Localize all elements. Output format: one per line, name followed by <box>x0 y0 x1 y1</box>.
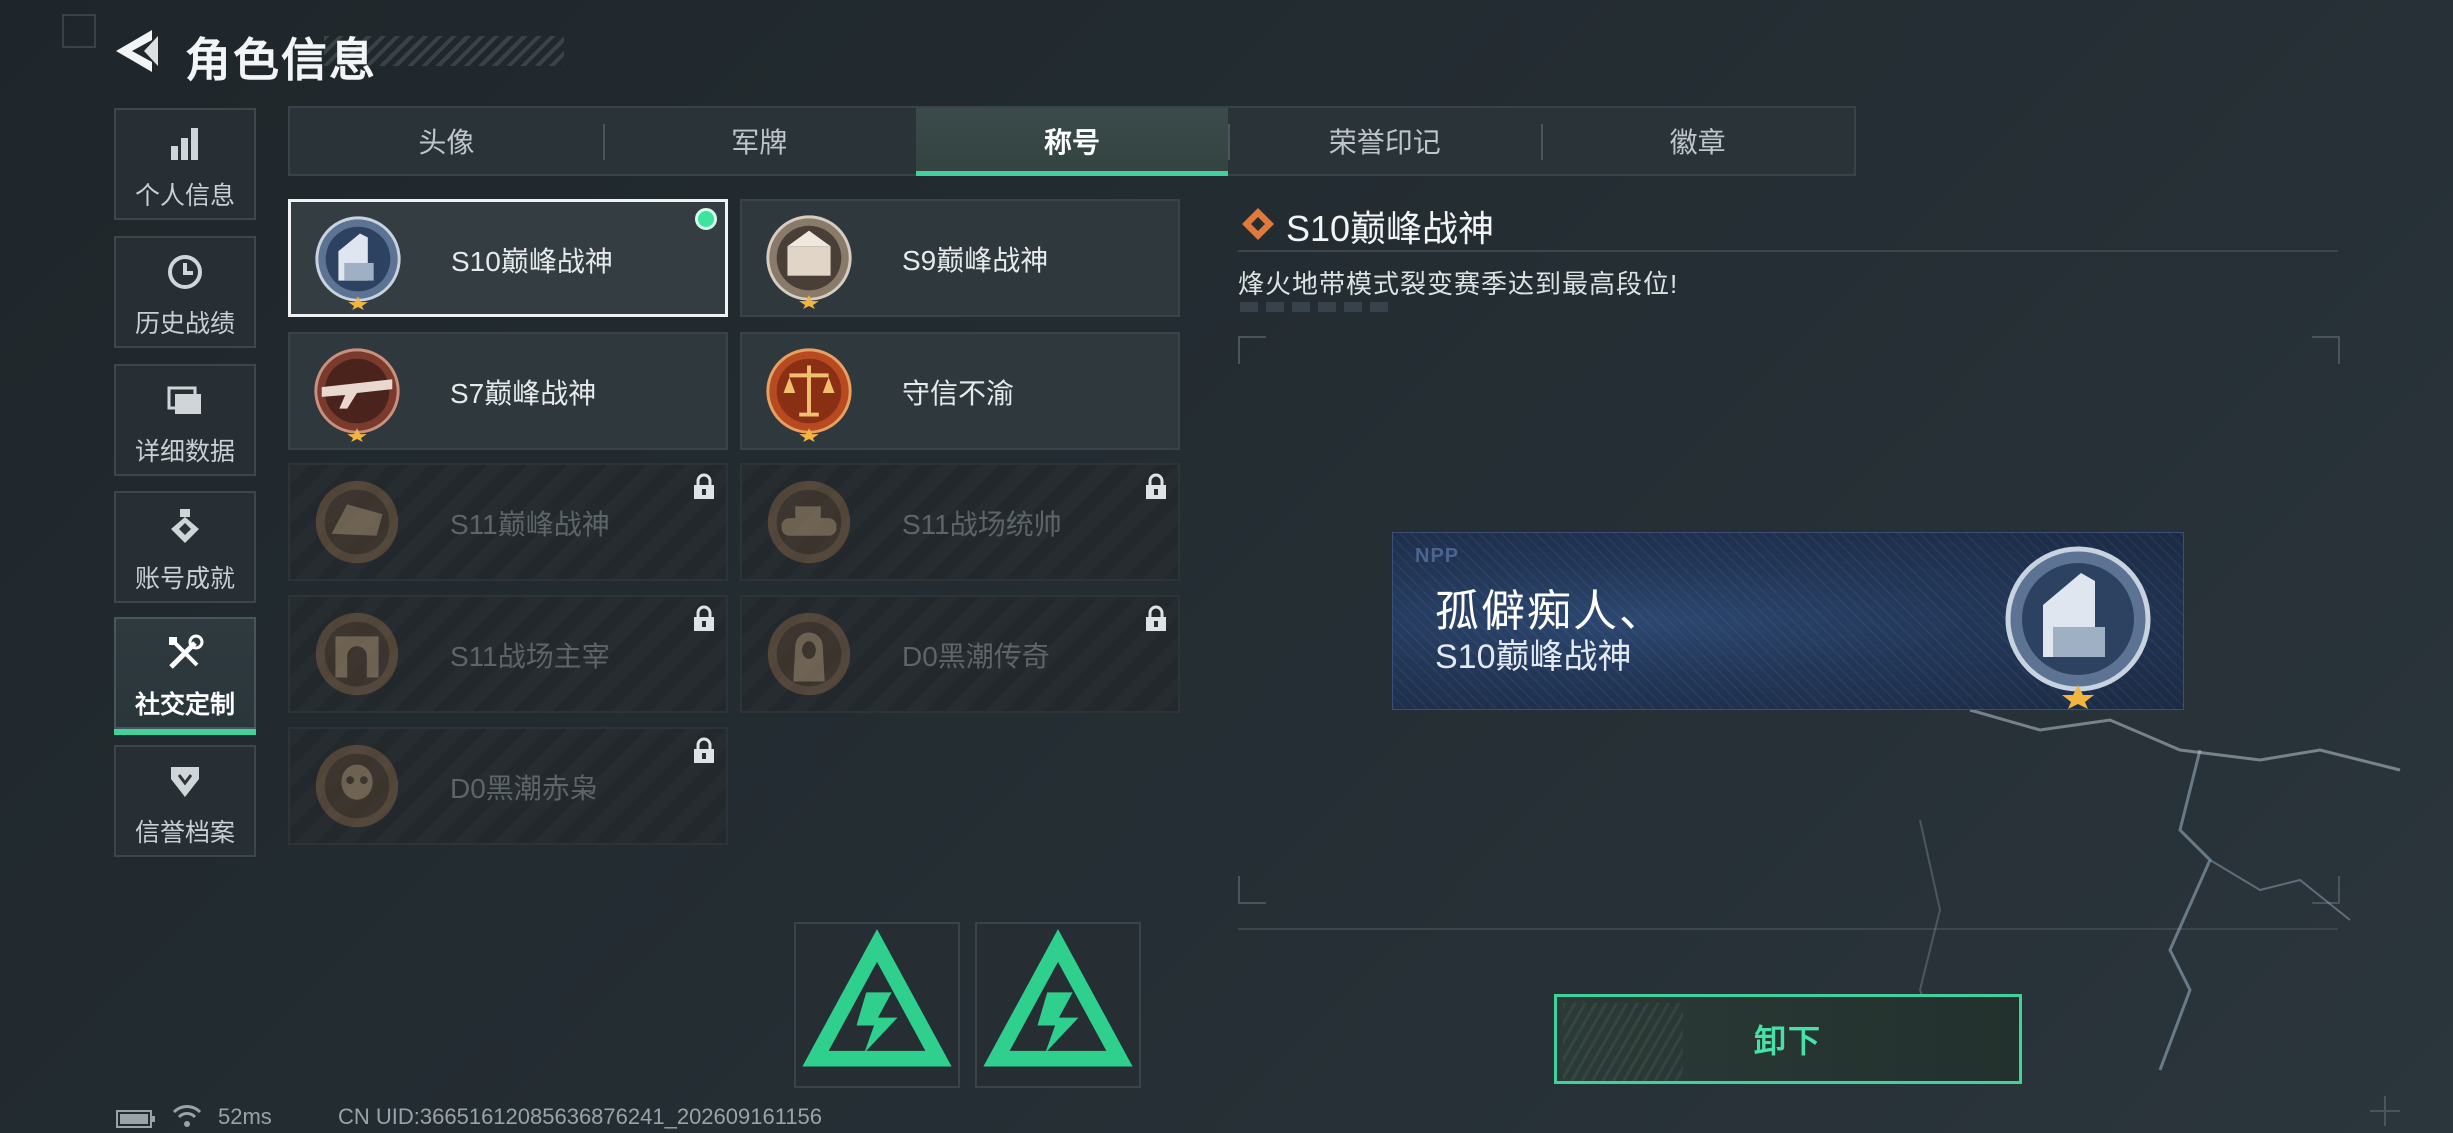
title-card-locked[interactable]: S11巅峰战神 <box>288 463 728 581</box>
preview-frame-corner <box>2312 336 2340 364</box>
lock-icon <box>1146 473 1166 499</box>
bar-chart-icon <box>171 128 198 160</box>
unequip-button[interactable]: 卸下 <box>1554 994 2022 1084</box>
sidebar-item-label: 社交定制 <box>134 691 235 719</box>
tank-badge-icon <box>767 480 851 564</box>
sidebar-item-label: 详细数据 <box>134 438 235 466</box>
equipped-indicator <box>695 208 717 230</box>
title-card-locked[interactable]: D0黑潮传奇 <box>740 595 1180 713</box>
preview-frame-corner <box>1238 336 1266 364</box>
title-name: 守信不渝 <box>902 378 1015 409</box>
preview-frame-corner <box>1238 876 1266 904</box>
divider <box>1238 250 2338 252</box>
detail-description: 烽火地带模式裂变赛季达到最高段位! <box>1238 269 1679 299</box>
green-triangle-emblem-icon <box>983 929 1133 1067</box>
sidebar-item-credit-record[interactable]: 信誉档案 <box>114 745 256 857</box>
title-card[interactable]: S7巅峰战神 <box>288 332 728 450</box>
sidebar-item-achievements[interactable]: 账号成就 <box>114 491 256 603</box>
button-texture <box>1563 1003 1683 1081</box>
tab-badge[interactable]: 徽章 <box>1541 108 1854 174</box>
title-name: S11巅峰战神 <box>450 509 610 540</box>
lock-icon <box>694 605 714 631</box>
tab-dog-tag[interactable]: 军牌 <box>602 108 916 174</box>
green-triangle-emblem-icon <box>802 929 952 1067</box>
lock-icon <box>694 737 714 763</box>
ping-value: 52ms <box>218 1104 272 1129</box>
lock-icon <box>694 473 714 499</box>
title-card-locked[interactable]: S11战场统帅 <box>740 463 1180 581</box>
window-corner-frame <box>62 14 96 48</box>
title-name: S7巅峰战神 <box>450 378 597 409</box>
sidebar-item-social-custom[interactable]: 社交定制 <box>114 617 256 735</box>
title-name: S11战场统帅 <box>902 509 1062 540</box>
sidebar-item-detailed-data[interactable]: 详细数据 <box>114 364 256 476</box>
s9-peak-badge-icon <box>766 215 852 309</box>
title-decoration <box>324 36 564 66</box>
tab-title[interactable]: 称号 <box>915 108 1229 176</box>
emblem-slot[interactable] <box>794 922 960 1088</box>
lock-icon <box>1146 605 1166 631</box>
title-name: D0黑潮赤枭 <box>450 773 598 804</box>
tools-icon <box>169 634 204 669</box>
title-card-locked[interactable]: D0黑潮赤枭 <box>288 727 728 845</box>
sidebar-item-label: 信誉档案 <box>134 819 235 847</box>
unequip-button-label: 卸下 <box>1753 1023 1822 1059</box>
nameplate-logo: NPP <box>1415 545 1460 567</box>
s11-peak-badge-icon <box>315 480 399 564</box>
user-uid: CN UID:366516120856368762​41_20260916115… <box>338 1104 823 1129</box>
credit-shield-icon <box>171 767 199 797</box>
s10-peak-badge-icon <box>315 216 401 310</box>
title-card[interactable]: S10巅峰战神 <box>288 199 728 317</box>
sidebar-item-label: 历史战绩 <box>134 310 235 338</box>
arch-badge-icon <box>315 612 399 696</box>
nameplate-preview: NPP 孤僻痴人、 S10巅峰战神 <box>1392 532 2184 710</box>
history-clock-icon <box>168 255 202 289</box>
emblem-slot[interactable] <box>975 922 1141 1088</box>
battery-icon <box>116 1110 155 1128</box>
s7-peak-badge-icon <box>314 348 400 442</box>
sidebar-item-label: 个人信息 <box>134 182 235 210</box>
decoration <box>1240 302 1396 312</box>
skull-badge-icon <box>315 744 399 828</box>
back-button[interactable] <box>112 28 162 74</box>
sidebar-item-label: 账号成就 <box>134 565 235 593</box>
hooded-figure-badge-icon <box>767 612 851 696</box>
wifi-icon <box>172 1105 202 1127</box>
title-card-locked[interactable]: S11战场主宰 <box>288 595 728 713</box>
title-card[interactable]: S9巅峰战神 <box>740 199 1180 317</box>
scales-badge-icon <box>766 348 852 442</box>
title-name: S9巅峰战神 <box>902 245 1049 276</box>
achievement-medal-icon <box>171 509 199 543</box>
title-card[interactable]: 守信不渝 <box>740 332 1180 450</box>
title-name: S10巅峰战神 <box>451 246 613 277</box>
tab-honor-mark[interactable]: 荣誉印记 <box>1228 108 1541 174</box>
title-diamond-icon <box>1242 208 1274 240</box>
s10-peak-badge-icon <box>2005 546 2151 709</box>
tab-avatar[interactable]: 头像 <box>290 108 603 174</box>
category-tabs: 头像 军牌 称号 荣誉印记 徽章 <box>288 106 1856 176</box>
nameplate-title: S10巅峰战神 <box>1435 638 1632 676</box>
title-name: S11战场主宰 <box>450 641 610 672</box>
detail-title: S10巅峰战神 <box>1286 208 1495 249</box>
sidebar-item-personal-info[interactable]: 个人信息 <box>114 108 256 220</box>
title-name: D0黑潮传奇 <box>902 641 1050 672</box>
folder-icon <box>167 386 201 414</box>
active-indicator <box>114 729 256 735</box>
corner-decoration <box>2370 1096 2400 1126</box>
sidebar-item-history[interactable]: 历史战绩 <box>114 236 256 348</box>
